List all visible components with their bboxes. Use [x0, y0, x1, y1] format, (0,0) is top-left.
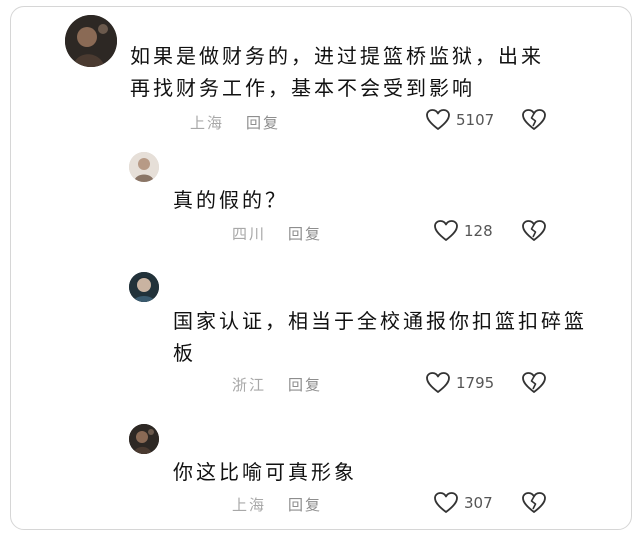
location-label: 浙江 [232, 376, 267, 394]
comment-meta: 浙江 回复 [232, 374, 322, 395]
broken-heart-icon [522, 109, 546, 130]
reply-button[interactable]: 回复 [288, 496, 322, 514]
like-button[interactable]: 5107 [426, 109, 494, 131]
comment-text: 国家认证，相当于全校通报你扣篮扣碎篮板 [173, 309, 587, 365]
comment-text: 你这比喻可真形象 [173, 460, 357, 484]
like-count: 1795 [456, 374, 495, 392]
comment-text: 如果是做财务的，进过提篮桥监狱，出来再找财务工作，基本不会受到影响 [130, 44, 544, 100]
like-count: 307 [464, 494, 493, 512]
reply-button[interactable]: 回复 [288, 225, 322, 243]
avatar[interactable] [65, 15, 117, 67]
comment-meta: 上海 回复 [190, 112, 280, 133]
location-label: 上海 [232, 496, 267, 514]
broken-heart-icon [522, 220, 546, 241]
heart-outline-icon [434, 492, 458, 513]
reply-button[interactable]: 回复 [246, 114, 280, 132]
dislike-button[interactable] [522, 372, 546, 394]
like-button[interactable]: 1795 [426, 372, 494, 394]
dislike-button[interactable] [522, 492, 546, 514]
location-label: 四川 [232, 225, 267, 243]
avatar[interactable] [129, 152, 159, 182]
dislike-button[interactable] [522, 220, 546, 242]
heart-outline-icon [426, 372, 450, 393]
dislike-button[interactable] [522, 109, 546, 131]
reply-button[interactable]: 回复 [288, 376, 322, 394]
comment-meta: 上海 回复 [232, 494, 322, 515]
like-button[interactable]: 128 [434, 220, 493, 242]
like-button[interactable]: 307 [434, 492, 493, 514]
comment-text: 真的假的？ [173, 188, 288, 212]
heart-outline-icon [426, 109, 450, 130]
location-label: 上海 [190, 114, 225, 132]
like-count: 128 [464, 222, 493, 240]
like-count: 5107 [456, 111, 495, 129]
broken-heart-icon [522, 492, 546, 513]
heart-outline-icon [434, 220, 458, 241]
avatar[interactable] [129, 272, 159, 302]
broken-heart-icon [522, 372, 546, 393]
comment-meta: 四川 回复 [232, 223, 322, 244]
avatar[interactable] [129, 424, 159, 454]
